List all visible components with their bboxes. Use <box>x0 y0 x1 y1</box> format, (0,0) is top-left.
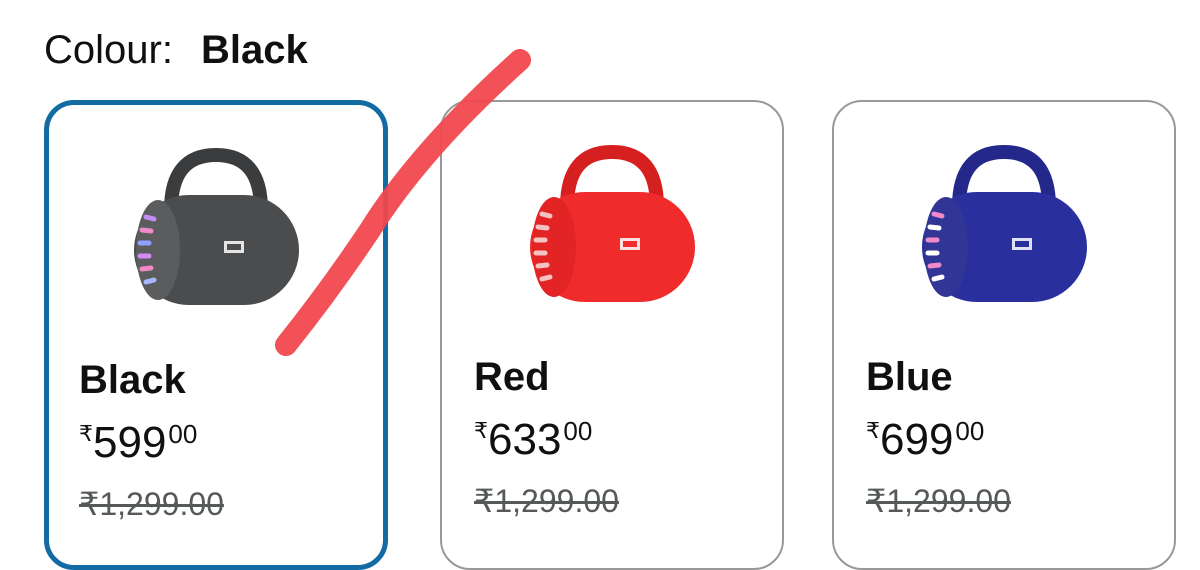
variant-name: Red <box>474 355 550 399</box>
price-fraction: 00 <box>563 416 593 446</box>
price-whole: 633 <box>488 415 562 464</box>
price-fraction: 00 <box>168 419 198 449</box>
speaker-black-image <box>49 135 383 335</box>
variant-card-red[interactable]: Red ₹ 633 00 ₹1,299.00 <box>440 100 784 570</box>
colour-value: Black <box>200 28 308 72</box>
currency-symbol: ₹ <box>866 418 880 443</box>
variant-price: ₹ 699 00 <box>866 412 984 468</box>
variant-card-blue[interactable]: Blue ₹ 699 00 ₹1,299.00 <box>832 100 1176 570</box>
currency-symbol: ₹ <box>474 418 488 443</box>
variant-name: Black <box>79 358 186 402</box>
variant-price: ₹ 633 00 <box>474 412 592 468</box>
variant-mrp: ₹1,299.00 <box>79 486 224 522</box>
variant-mrp: ₹1,299.00 <box>866 483 1011 519</box>
price-whole: 699 <box>880 415 954 464</box>
speaker-blue-image <box>834 132 1174 332</box>
variant-price: ₹ 599 00 <box>79 415 197 471</box>
speaker-red-image <box>442 132 782 332</box>
colour-selector-heading: Colour: Black <box>44 22 308 78</box>
price-whole: 599 <box>93 418 167 467</box>
price-fraction: 00 <box>955 416 985 446</box>
variant-card-black[interactable]: Black ₹ 599 00 ₹1,299.00 <box>44 100 388 570</box>
currency-symbol: ₹ <box>79 421 93 446</box>
variant-name: Blue <box>866 355 953 399</box>
colour-label: Colour: <box>44 28 173 72</box>
variant-mrp: ₹1,299.00 <box>474 483 619 519</box>
